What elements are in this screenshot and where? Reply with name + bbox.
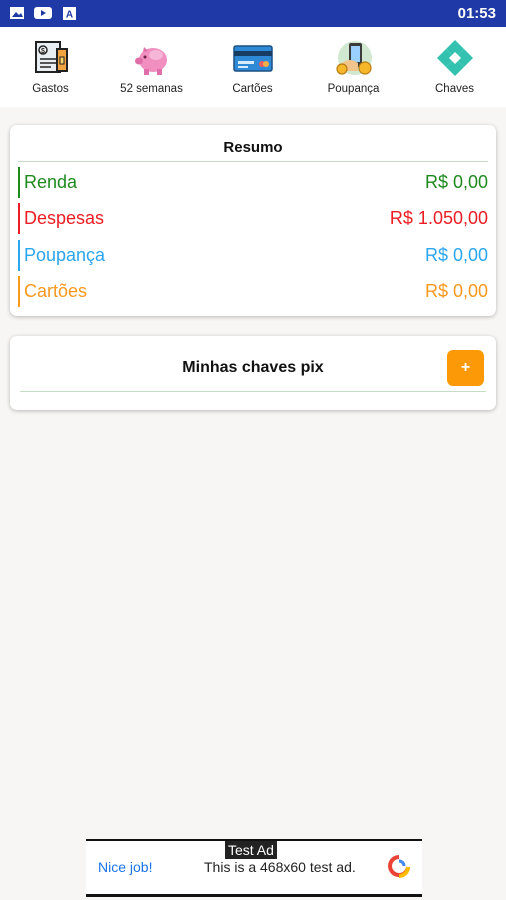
piggy-bank-icon xyxy=(134,47,167,75)
add-pix-key-button[interactable]: + xyxy=(447,350,484,386)
row-label: Renda xyxy=(24,172,78,192)
row-label: Cartões xyxy=(24,281,88,301)
credit-card-icon xyxy=(232,45,273,72)
summary-row-despesas[interactable]: Despesas R$ 1.050,00 xyxy=(18,203,488,234)
nav-item-52-semanas[interactable]: 52 semanas xyxy=(101,27,202,107)
nav-item-cartoes[interactable]: Cartões xyxy=(202,27,303,107)
row-value: R$ 0,00 xyxy=(424,245,488,265)
ad-banner[interactable]: Test Ad Nice job! This is a 468x60 test … xyxy=(86,839,422,897)
ad-text: This is a 468x60 test ad. xyxy=(204,859,356,875)
nav-label: Poupança xyxy=(327,83,380,95)
pix-keys-divider xyxy=(20,391,486,392)
summary-title: Resumo xyxy=(223,139,283,156)
row-label: Despesas xyxy=(24,208,105,228)
row-value: R$ 0,00 xyxy=(424,281,488,301)
pix-keys-card: Minhas chaves pix + xyxy=(10,336,496,410)
ad-cta[interactable]: Nice job! xyxy=(98,859,152,875)
svg-text:$: $ xyxy=(41,48,45,55)
image-icon xyxy=(10,7,24,19)
summary-row-renda[interactable]: Renda R$ 0,00 xyxy=(18,167,488,198)
row-color-bar xyxy=(18,167,20,198)
row-color-bar xyxy=(18,240,20,271)
row-label: Poupança xyxy=(24,245,106,265)
clock: 01:53 xyxy=(457,5,496,22)
summary-card: Resumo Renda R$ 0,00 Despesas R$ 1.050,0… xyxy=(10,125,496,316)
row-color-bar xyxy=(18,203,20,234)
savings-icon xyxy=(335,41,372,75)
ad-logo-icon xyxy=(388,855,410,878)
summary-row-cartoes[interactable]: Cartões R$ 0,00 xyxy=(18,276,488,307)
status-bar: A 01:53 xyxy=(0,0,506,27)
receipt-icon: $ xyxy=(34,41,68,73)
nav-label: Gastos xyxy=(32,83,69,95)
row-value: R$ 0,00 xyxy=(424,172,488,192)
row-color-bar xyxy=(18,276,20,307)
nav-label: 52 semanas xyxy=(120,83,183,95)
summary-row-poupanca[interactable]: Poupança R$ 0,00 xyxy=(18,240,488,271)
play-icon xyxy=(34,7,52,19)
font-icon: A xyxy=(63,7,76,20)
top-navigation: $ Gastos 52 semanas Cartões Poupança Cha… xyxy=(0,27,506,107)
nav-label: Chaves xyxy=(435,83,474,95)
nav-item-gastos[interactable]: $ Gastos xyxy=(0,27,101,107)
row-value: R$ 1.050,00 xyxy=(389,208,488,228)
nav-item-poupanca[interactable]: Poupança xyxy=(303,27,404,107)
nav-item-chaves[interactable]: Chaves xyxy=(404,27,505,107)
pix-icon xyxy=(436,40,473,76)
summary-divider xyxy=(18,161,488,162)
nav-label: Cartões xyxy=(232,83,273,95)
test-ad-badge: Test Ad xyxy=(225,841,277,859)
pix-keys-title: Minhas chaves pix xyxy=(182,359,324,376)
svg-text:A: A xyxy=(66,10,73,21)
